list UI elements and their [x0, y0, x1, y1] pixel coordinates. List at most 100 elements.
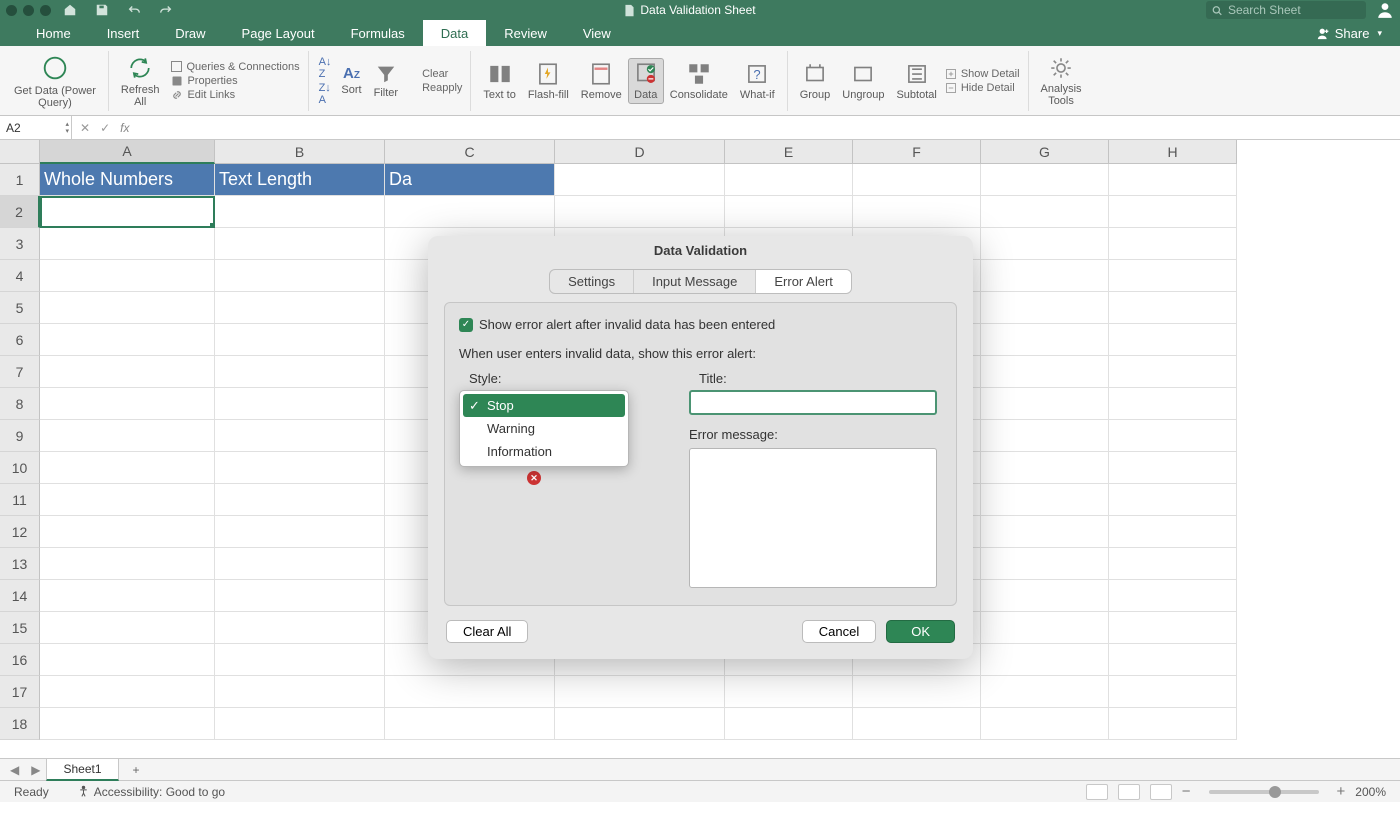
- name-box[interactable]: A2▴▾: [0, 116, 72, 139]
- cell[interactable]: [215, 420, 385, 452]
- cell[interactable]: [725, 196, 853, 228]
- cell[interactable]: [40, 548, 215, 580]
- cell[interactable]: [555, 164, 725, 196]
- zoom-slider[interactable]: [1209, 790, 1319, 794]
- cell[interactable]: [40, 580, 215, 612]
- row-header[interactable]: 12: [0, 516, 40, 548]
- cell[interactable]: [215, 644, 385, 676]
- dialog-tab-error-alert[interactable]: Error Alert: [756, 270, 851, 293]
- cell[interactable]: [981, 388, 1109, 420]
- ok-button[interactable]: OK: [886, 620, 955, 643]
- cell[interactable]: [1109, 292, 1237, 324]
- edit-links-button[interactable]: Edit Links: [169, 88, 301, 102]
- cell[interactable]: [40, 196, 215, 228]
- formula-accept-icon[interactable]: ✓: [100, 121, 110, 135]
- cell[interactable]: [1109, 260, 1237, 292]
- column-header-a[interactable]: A: [40, 140, 215, 164]
- cell[interactable]: [853, 676, 981, 708]
- row-header[interactable]: 14: [0, 580, 40, 612]
- cell[interactable]: [981, 612, 1109, 644]
- cell[interactable]: [40, 612, 215, 644]
- subtotal-button[interactable]: Subtotal: [890, 61, 942, 101]
- cell[interactable]: Whole Numbers: [40, 164, 215, 196]
- error-message-textarea[interactable]: [689, 448, 937, 588]
- cell[interactable]: [981, 324, 1109, 356]
- reapply-button[interactable]: Reapply: [404, 81, 464, 95]
- filter-button[interactable]: Filter: [368, 63, 404, 99]
- cell[interactable]: [981, 676, 1109, 708]
- title-input[interactable]: [689, 390, 937, 415]
- tab-review[interactable]: Review: [486, 20, 565, 46]
- sheet-tab-sheet1[interactable]: Sheet1: [46, 758, 118, 781]
- cell[interactable]: [215, 676, 385, 708]
- cell[interactable]: [853, 196, 981, 228]
- cell[interactable]: [981, 452, 1109, 484]
- remove-duplicates-button[interactable]: Remove: [575, 61, 628, 101]
- tab-insert[interactable]: Insert: [89, 20, 158, 46]
- show-detail-button[interactable]: Show Detail: [943, 67, 1022, 81]
- style-option-warning[interactable]: Warning: [463, 417, 625, 440]
- view-page-break-button[interactable]: [1150, 784, 1172, 800]
- tab-formulas[interactable]: Formulas: [333, 20, 423, 46]
- row-header[interactable]: 6: [0, 324, 40, 356]
- cell[interactable]: [215, 484, 385, 516]
- cell[interactable]: [385, 676, 555, 708]
- row-header[interactable]: 17: [0, 676, 40, 708]
- cell[interactable]: [981, 196, 1109, 228]
- cell[interactable]: [981, 420, 1109, 452]
- row-header[interactable]: 11: [0, 484, 40, 516]
- column-header-d[interactable]: D: [555, 140, 725, 164]
- zoom-in-button[interactable]: +: [1337, 783, 1346, 800]
- zoom-level[interactable]: 200%: [1355, 785, 1386, 799]
- cell[interactable]: [385, 708, 555, 740]
- cell[interactable]: [981, 260, 1109, 292]
- sort-desc-button[interactable]: Z↓A: [319, 82, 332, 106]
- cell[interactable]: [853, 164, 981, 196]
- cell[interactable]: [215, 388, 385, 420]
- add-sheet-button[interactable]: +: [121, 760, 152, 780]
- cell[interactable]: [40, 324, 215, 356]
- cell[interactable]: [385, 196, 555, 228]
- style-dropdown[interactable]: Stop Warning Information: [459, 390, 629, 467]
- cell[interactable]: [981, 356, 1109, 388]
- show-error-alert-checkbox[interactable]: ✓ Show error alert after invalid data ha…: [459, 317, 942, 332]
- cell[interactable]: [1109, 516, 1237, 548]
- row-header[interactable]: 13: [0, 548, 40, 580]
- cell[interactable]: [40, 516, 215, 548]
- cell[interactable]: [981, 292, 1109, 324]
- accessibility-status[interactable]: Accessibility: Good to go: [77, 785, 225, 799]
- hide-detail-button[interactable]: Hide Detail: [943, 81, 1022, 95]
- cell[interactable]: [215, 260, 385, 292]
- cell[interactable]: [981, 580, 1109, 612]
- share-button[interactable]: Share ▾: [1299, 20, 1400, 46]
- flash-fill-button[interactable]: Flash-fill: [522, 61, 575, 101]
- sheet-nav-prev-icon[interactable]: ◀: [4, 763, 25, 777]
- cell[interactable]: [1109, 580, 1237, 612]
- clear-button[interactable]: Clear: [404, 67, 464, 81]
- save-icon[interactable]: [95, 3, 109, 17]
- cell[interactable]: [555, 196, 725, 228]
- search-sheet-input[interactable]: [1226, 2, 1360, 18]
- ungroup-button[interactable]: Ungroup: [836, 61, 890, 101]
- cell[interactable]: [40, 676, 215, 708]
- row-header[interactable]: 10: [0, 452, 40, 484]
- cell[interactable]: [853, 708, 981, 740]
- queries-connections-button[interactable]: Queries & Connections: [169, 60, 301, 74]
- cell[interactable]: [1109, 420, 1237, 452]
- cell[interactable]: [1109, 324, 1237, 356]
- cell[interactable]: [215, 612, 385, 644]
- text-to-columns-button[interactable]: Text to: [477, 61, 521, 101]
- cell[interactable]: [215, 580, 385, 612]
- cell[interactable]: [215, 548, 385, 580]
- analysis-tools-button[interactable]: Analysis Tools: [1035, 55, 1088, 107]
- tab-draw[interactable]: Draw: [157, 20, 223, 46]
- cell[interactable]: [40, 260, 215, 292]
- cell[interactable]: [981, 484, 1109, 516]
- cell[interactable]: [1109, 196, 1237, 228]
- style-option-stop[interactable]: Stop: [463, 394, 625, 417]
- row-header[interactable]: 15: [0, 612, 40, 644]
- home-icon[interactable]: [63, 3, 77, 17]
- tab-data[interactable]: Data: [423, 20, 486, 46]
- cell[interactable]: [1109, 164, 1237, 196]
- user-icon[interactable]: [1376, 1, 1394, 19]
